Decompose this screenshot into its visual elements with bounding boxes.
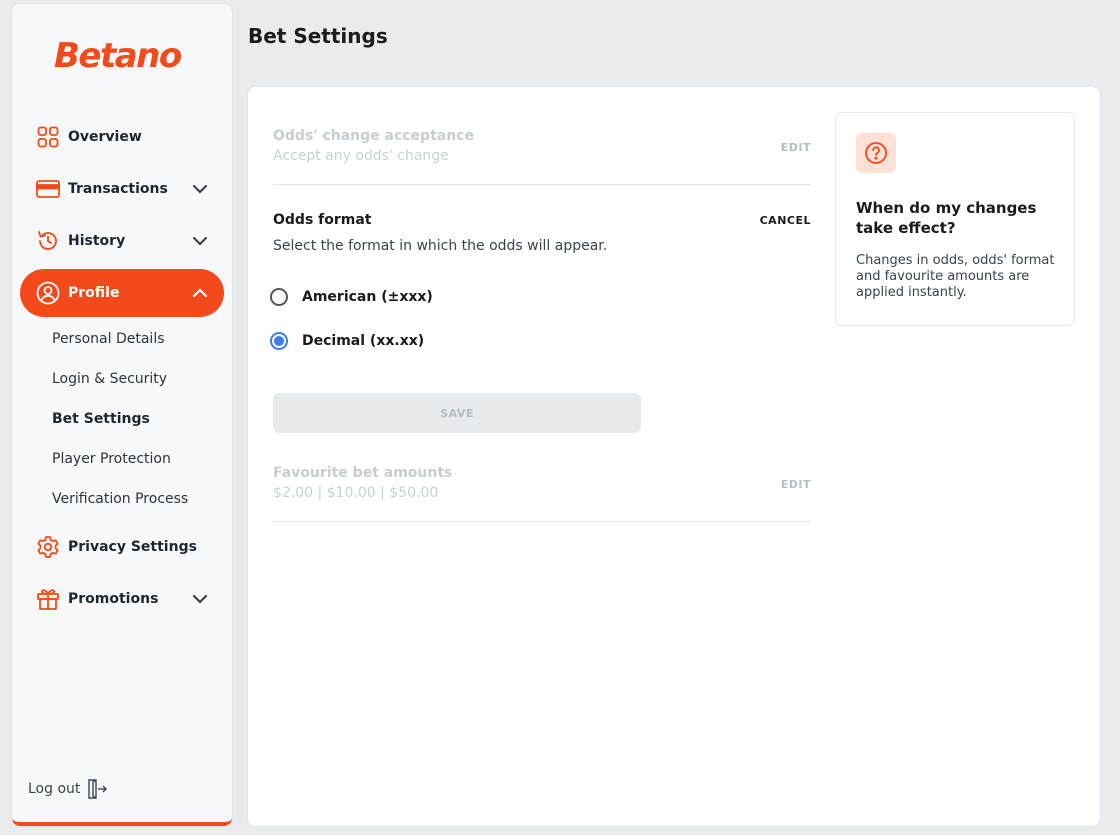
odds-change-section: Odds' change acceptance Accept any odds'… (273, 128, 811, 164)
radio-label-american: American (±xxx) (302, 289, 433, 305)
chevron-down-icon[interactable] (192, 233, 208, 249)
logout-label: Log out (28, 781, 81, 797)
chevron-down-icon[interactable] (192, 181, 208, 197)
divider (273, 184, 811, 185)
info-body: Changes in odds, odds' format and favour… (856, 253, 1055, 300)
odds-format-title: Odds format (273, 212, 372, 228)
nav-label-promotions: Promotions (68, 591, 159, 607)
odds-format-description: Select the format in which the odds will… (273, 238, 608, 254)
nav-item-promotions[interactable]: Promotions (20, 575, 224, 623)
question-circle-icon (856, 133, 896, 173)
credit-card-icon (36, 177, 60, 201)
info-title: When do my changes take effect? (856, 199, 1037, 237)
nav-item-privacy-settings[interactable]: Privacy Settings (20, 523, 224, 571)
sidebar: Betano Overview Transactions History Pro… (12, 4, 232, 826)
nav-item-profile[interactable]: Profile (20, 269, 224, 317)
odds-change-title: Odds' change acceptance (273, 128, 474, 144)
nav-label-transactions: Transactions (68, 181, 168, 197)
nav-label-history: History (68, 233, 126, 249)
nav-label-privacy-settings: Privacy Settings (68, 539, 197, 555)
radio-button-checked[interactable] (270, 332, 288, 350)
chevron-down-icon[interactable] (192, 591, 208, 607)
favourite-amounts-value: $2.00 | $10.00 | $50.00 (273, 485, 439, 501)
nav-label-overview: Overview (68, 129, 142, 145)
cancel-button[interactable]: CANCEL (760, 214, 811, 227)
chevron-up-icon[interactable] (192, 285, 208, 301)
nav-label-profile: Profile (68, 285, 120, 301)
page-title: Bet Settings (248, 24, 388, 48)
save-button[interactable]: SAVE (273, 393, 641, 433)
betano-logo[interactable]: Betano (54, 36, 182, 76)
odds-change-value: Accept any odds' change (273, 148, 449, 164)
nav-item-transactions[interactable]: Transactions (20, 165, 224, 213)
divider (273, 521, 811, 522)
radio-option-decimal[interactable]: Decimal (xx.xx) (270, 332, 424, 350)
odds-change-edit-button[interactable]: EDIT (781, 141, 811, 154)
radio-label-decimal: Decimal (xx.xx) (302, 333, 425, 349)
user-circle-icon (36, 281, 60, 305)
odds-format-section: Odds format CANCEL Select the format in … (273, 212, 811, 254)
favourite-amounts-edit-button[interactable]: EDIT (781, 478, 811, 491)
radio-option-american[interactable]: American (±xxx) (270, 288, 433, 306)
sub-item-personal-details[interactable]: Personal Details (52, 331, 165, 347)
logout-icon (88, 779, 108, 799)
favourite-amounts-section: Favourite bet amounts $2.00 | $10.00 | $… (273, 465, 811, 501)
info-panel: When do my changes take effect? Changes … (835, 112, 1075, 326)
history-icon (36, 229, 60, 253)
grid-icon (36, 125, 60, 149)
sub-item-verification-process[interactable]: Verification Process (52, 491, 188, 507)
radio-button[interactable] (270, 288, 288, 306)
gear-icon (36, 535, 60, 559)
sub-item-player-protection[interactable]: Player Protection (52, 451, 171, 467)
gift-icon (36, 587, 60, 611)
sub-item-login-security[interactable]: Login & Security (52, 371, 167, 387)
nav-item-history[interactable]: History (20, 217, 224, 265)
sub-item-bet-settings[interactable]: Bet Settings (52, 411, 150, 427)
favourite-amounts-title: Favourite bet amounts (273, 465, 453, 481)
logout-button[interactable]: Log out (28, 778, 108, 800)
nav-item-overview[interactable]: Overview (20, 113, 224, 161)
bet-settings-card: Odds' change acceptance Accept any odds'… (248, 87, 1100, 826)
